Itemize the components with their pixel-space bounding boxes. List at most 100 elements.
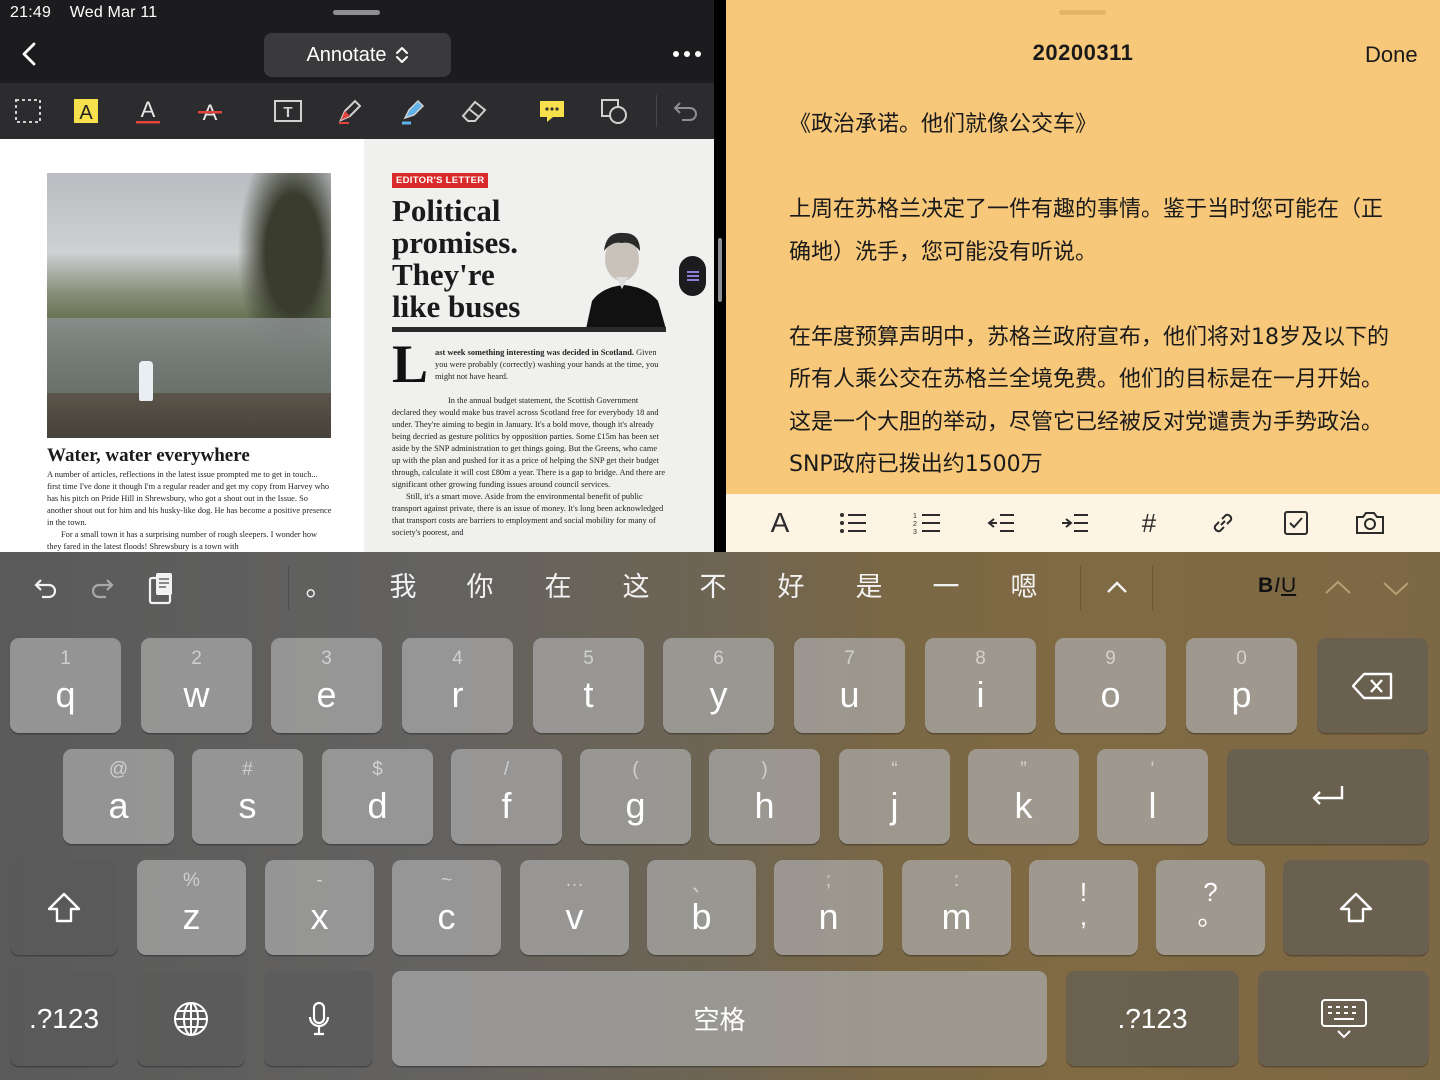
key-f[interactable]: / f: [451, 749, 562, 844]
pen-tool[interactable]: [332, 93, 368, 129]
candidate-word[interactable]: 一: [920, 570, 972, 606]
expand-candidates-button[interactable]: [1100, 570, 1134, 606]
key-t[interactable]: 5t: [533, 638, 644, 733]
dismiss-keyboard-key[interactable]: [1258, 971, 1429, 1066]
key-label: g: [625, 785, 646, 826]
eraser-tool[interactable]: [456, 93, 492, 129]
key-label: d: [367, 785, 388, 826]
multitask-grabber[interactable]: [333, 10, 380, 15]
outdent-button[interactable]: [984, 506, 1018, 540]
key-u[interactable]: 7u: [794, 638, 905, 733]
notes-pane: 20200311 Done 《政治承诺。他们就像公交车》 上周在苏格兰决定了一件…: [726, 0, 1440, 552]
key-label: i: [976, 674, 985, 715]
numbers-key-right[interactable]: .?123: [1066, 971, 1239, 1066]
select-rect-tool[interactable]: [10, 93, 46, 129]
camera-button[interactable]: [1353, 506, 1387, 540]
strikethrough-text-tool[interactable]: A: [192, 93, 228, 129]
key-z[interactable]: % z: [137, 860, 246, 955]
text-format-button[interactable]: BIU: [1258, 574, 1297, 598]
kb-undo-button[interactable]: [26, 570, 64, 606]
undo-annotation-button[interactable]: [667, 93, 703, 129]
candidate-word[interactable]: 这: [610, 570, 662, 606]
shift-key-left[interactable]: [10, 860, 118, 955]
key-x[interactable]: -x: [265, 860, 374, 955]
next-field-button[interactable]: [1380, 570, 1412, 606]
candidate-word[interactable]: 在: [532, 570, 584, 606]
key-c[interactable]: ~ c: [392, 860, 501, 955]
multitask-grabber-right[interactable]: [1059, 10, 1106, 15]
note-tool[interactable]: [534, 93, 570, 129]
key-n[interactable]: ; n: [774, 860, 883, 955]
shape-tool[interactable]: [596, 93, 632, 129]
key-l[interactable]: ' l: [1097, 749, 1208, 844]
candidate-word[interactable]: 我: [377, 570, 429, 606]
candidate-word[interactable]: 是: [843, 570, 895, 606]
space-key[interactable]: 空格: [392, 971, 1047, 1066]
kb-redo-button[interactable]: [84, 570, 122, 606]
pdf-page[interactable]: Water, water everywhere A number of arti…: [0, 139, 714, 552]
candidate-word[interactable]: 好: [765, 570, 817, 606]
photo-bottle: [139, 361, 153, 401]
key-m[interactable]: :m: [902, 860, 1011, 955]
key-h[interactable]: ) h: [709, 749, 820, 844]
text-box-tool[interactable]: T: [270, 93, 306, 129]
done-button[interactable]: Done: [1365, 42, 1418, 68]
key-r[interactable]: 4r: [402, 638, 513, 733]
letter-body-p1: A number of articles, reflections in the…: [47, 470, 332, 527]
kb-paste-button[interactable]: [142, 570, 180, 606]
key-y[interactable]: 6y: [663, 638, 774, 733]
candidate-word[interactable]: 不: [687, 570, 739, 606]
clipboard-icon: [148, 573, 172, 605]
key-a[interactable]: @ a: [63, 749, 174, 844]
key-label: n: [818, 896, 839, 937]
key-b[interactable]: 、 b: [647, 860, 756, 955]
candidate-word[interactable]: 你: [454, 570, 506, 606]
more-button[interactable]: [670, 40, 704, 68]
numbered-list-button[interactable]: 123: [910, 506, 944, 540]
bullet-list-button[interactable]: [836, 506, 870, 540]
key-g[interactable]: (g: [580, 749, 691, 844]
split-view-handle[interactable]: [718, 238, 722, 302]
link-icon: [1213, 513, 1233, 533]
highlighter-tool[interactable]: [394, 93, 430, 129]
key-d[interactable]: $ d: [322, 749, 433, 844]
key-o[interactable]: 9o: [1055, 638, 1166, 733]
key-k[interactable]: ” k: [968, 749, 1079, 844]
tag-button[interactable]: #: [1132, 506, 1166, 540]
key-w[interactable]: 2w: [141, 638, 252, 733]
key-s[interactable]: # s: [192, 749, 303, 844]
return-key[interactable]: [1227, 749, 1429, 844]
key-p[interactable]: 0p: [1186, 638, 1297, 733]
annotate-mode-button[interactable]: Annotate: [264, 33, 451, 77]
key-q[interactable]: 1q: [10, 638, 121, 733]
underline-text-tool[interactable]: A: [130, 93, 166, 129]
outline-button[interactable]: [679, 256, 706, 296]
indent-button[interactable]: [1058, 506, 1092, 540]
shift-key-right[interactable]: [1283, 860, 1429, 955]
note-editor[interactable]: 《政治承诺。他们就像公交车》 上周在苏格兰决定了一件有趣的事情。鉴于当时您可能在…: [789, 104, 1389, 529]
dictation-key-face: [264, 971, 373, 1066]
dictation-key[interactable]: [264, 971, 373, 1066]
link-button[interactable]: [1206, 506, 1240, 540]
checkbox-button[interactable]: [1279, 506, 1313, 540]
candidate-word[interactable]: 。: [293, 570, 345, 606]
bullet-list-icon: [840, 513, 866, 533]
numbers-key-left[interactable]: .?123: [10, 971, 118, 1066]
back-button[interactable]: [16, 40, 44, 68]
key-e[interactable]: 3e: [271, 638, 382, 733]
key-i[interactable]: 8i: [925, 638, 1036, 733]
key-j[interactable]: “j: [839, 749, 950, 844]
key-hint: 6: [713, 648, 724, 669]
delete-key[interactable]: [1317, 638, 1428, 733]
key-hint: %: [183, 870, 200, 891]
key-label: t: [583, 674, 594, 715]
key-hint: 8: [975, 648, 986, 669]
globe-key[interactable]: [137, 971, 245, 1066]
previous-field-button[interactable]: [1322, 570, 1354, 606]
key-v[interactable]: … v: [520, 860, 629, 955]
highlight-text-tool[interactable]: A: [68, 93, 104, 129]
font-button[interactable]: A: [763, 506, 797, 540]
key-question-period[interactable]: ?。: [1156, 860, 1265, 955]
candidate-word[interactable]: 嗯: [998, 570, 1050, 606]
key-exclaim-comma[interactable]: !,: [1029, 860, 1138, 955]
